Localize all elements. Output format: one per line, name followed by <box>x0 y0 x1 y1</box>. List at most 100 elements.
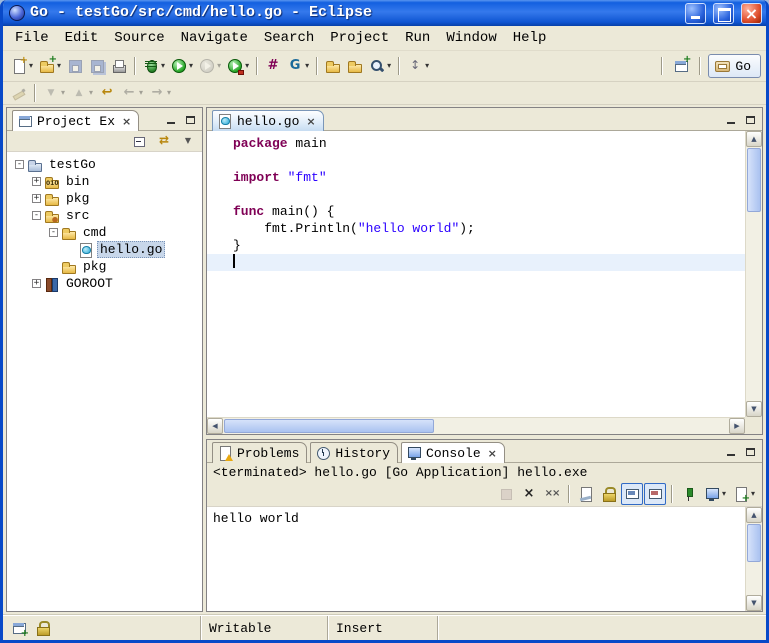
minimize-view-button[interactable] <box>721 111 740 128</box>
console-output-text[interactable]: hello world <box>207 507 745 611</box>
src-folder-icon <box>44 208 60 224</box>
minimize-view-button[interactable] <box>161 111 180 128</box>
scroll-lock-button[interactable] <box>598 483 620 505</box>
tree-item-src[interactable]: -src <box>7 207 202 224</box>
new-go-program-button[interactable]: # <box>262 55 284 77</box>
close-tab-icon[interactable]: × <box>122 116 131 127</box>
menu-item-navigate[interactable]: Navigate <box>173 28 256 48</box>
new-wizard-button[interactable]: ▾ <box>8 55 36 77</box>
menu-item-file[interactable]: File <box>7 28 57 48</box>
annotations-button[interactable]: ↕▾ <box>404 55 432 77</box>
tree-item-bin[interactable]: +010bin <box>7 173 202 190</box>
collapse-toggle-icon[interactable]: - <box>15 160 24 169</box>
editor-horizontal-scrollbar[interactable]: ◀ ▶ <box>207 417 745 434</box>
scroll-up-button[interactable]: ▲ <box>746 131 762 147</box>
link-with-editor-button[interactable]: ⇄ <box>153 132 175 150</box>
maximize-view-button[interactable] <box>741 443 760 460</box>
vertical-scroll-thumb[interactable] <box>747 148 761 212</box>
horizontal-scroll-thumb[interactable] <box>224 419 434 433</box>
open-console-button[interactable]: ▾ <box>730 483 758 505</box>
code-line[interactable]: } <box>207 237 745 254</box>
run-button[interactable]: ▾ <box>168 55 196 77</box>
last-edit-location-button[interactable]: ↩ <box>96 82 118 104</box>
search-button[interactable]: ▾ <box>366 55 394 77</box>
editor-vertical-scrollbar[interactable]: ▲ ▼ <box>745 131 762 417</box>
code-area[interactable]: package main import "fmt" func main() { fm… <box>207 131 745 417</box>
menu-item-window[interactable]: Window <box>438 28 504 48</box>
code-line[interactable]: fmt.Println("hello world"); <box>207 220 745 237</box>
menu-item-source[interactable]: Source <box>106 28 172 48</box>
lock-icon[interactable] <box>35 620 51 636</box>
clear-console-button[interactable] <box>575 483 597 505</box>
code-line[interactable]: func main() { <box>207 203 745 220</box>
title-bar[interactable]: Go - testGo/src/cmd/hello.go - Eclipse <box>3 0 766 26</box>
menu-item-help[interactable]: Help <box>505 28 555 48</box>
view-menu-button[interactable]: ▼ <box>177 132 199 150</box>
menu-item-run[interactable]: Run <box>397 28 438 48</box>
expand-toggle-icon[interactable]: + <box>32 177 41 186</box>
code-editor[interactable]: package main import "fmt" func main() { fm… <box>207 131 762 434</box>
scroll-down-button[interactable]: ▼ <box>746 401 762 417</box>
debug-button[interactable]: ▾ <box>140 55 168 77</box>
close-tab-icon[interactable]: × <box>306 116 315 127</box>
code-line[interactable] <box>207 152 745 169</box>
go-menu-button[interactable]: G▾ <box>284 55 312 77</box>
display-selected-console-button[interactable]: ▾ <box>701 483 729 505</box>
expand-toggle-icon[interactable]: + <box>32 279 41 288</box>
tree-item-pkg[interactable]: pkg <box>7 258 202 275</box>
new-go-element-button[interactable]: +▾ <box>36 55 64 77</box>
pin-console-button[interactable] <box>678 483 700 505</box>
minimize-view-button[interactable] <box>721 443 740 460</box>
minimize-button[interactable] <box>685 3 706 24</box>
collapse-all-button[interactable] <box>129 132 151 150</box>
console-vertical-scrollbar[interactable]: ▲ ▼ <box>745 507 762 611</box>
show-on-stderr-button[interactable] <box>644 483 666 505</box>
project-tree[interactable]: -testGo+010bin+pkg-src-cmdhello.gopkg+GO… <box>7 152 202 611</box>
scroll-down-button[interactable]: ▼ <box>746 595 762 611</box>
tree-item-testgo[interactable]: -testGo <box>7 156 202 173</box>
remove-launch-button[interactable]: × <box>518 483 540 505</box>
tree-item-cmd[interactable]: -cmd <box>7 224 202 241</box>
scroll-left-button[interactable]: ◀ <box>207 418 223 434</box>
collapse-toggle-icon[interactable]: - <box>49 228 58 237</box>
tab-hello-go[interactable]: hello.go× <box>212 110 324 131</box>
goroot-icon <box>44 276 60 292</box>
code-line[interactable]: import "fmt" <box>207 169 745 186</box>
go-perspective-button[interactable]: Go <box>708 54 761 78</box>
close-tab-icon[interactable]: × <box>488 448 497 459</box>
expand-toggle-icon[interactable]: + <box>32 194 41 203</box>
code-token: func <box>233 204 264 219</box>
code-line[interactable]: package main <box>207 135 745 152</box>
tab-console[interactable]: Console× <box>401 442 505 463</box>
editor-area-panel: hello.go× package main import "fmt" func m… <box>206 107 763 435</box>
code-line[interactable] <box>207 254 745 271</box>
print-button[interactable] <box>108 55 130 77</box>
vertical-scroll-thumb[interactable] <box>747 524 761 562</box>
external-tools-button[interactable]: ▾ <box>224 55 252 77</box>
dropdown-arrow-icon: ▾ <box>425 62 429 70</box>
open-perspective-button[interactable]: + <box>670 55 692 77</box>
maximize-view-button[interactable] <box>181 111 200 128</box>
tab-history[interactable]: History <box>310 442 398 463</box>
tree-item-hello-go[interactable]: hello.go <box>7 241 202 258</box>
show-on-stdout-button[interactable] <box>621 483 643 505</box>
scroll-right-button[interactable]: ▶ <box>729 418 745 434</box>
close-button[interactable] <box>741 3 762 24</box>
tab-problems[interactable]: Problems <box>212 442 307 463</box>
code-line[interactable] <box>207 186 745 203</box>
console-output-area[interactable]: hello world ▲ ▼ <box>207 507 762 611</box>
menu-item-project[interactable]: Project <box>322 28 397 48</box>
tab-project-ex[interactable]: Project Ex× <box>12 110 139 131</box>
remove-all-terminated-button[interactable]: ×× <box>541 483 563 505</box>
open-package-button[interactable] <box>344 55 366 77</box>
menu-item-search[interactable]: Search <box>256 28 322 48</box>
scroll-up-button[interactable]: ▲ <box>746 507 762 523</box>
fast-view-icon[interactable]: + <box>11 620 27 636</box>
tree-item-goroot[interactable]: +GOROOT <box>7 275 202 292</box>
tree-item-pkg[interactable]: +pkg <box>7 190 202 207</box>
collapse-toggle-icon[interactable]: - <box>32 211 41 220</box>
maximize-view-button[interactable] <box>741 111 760 128</box>
menu-item-edit[interactable]: Edit <box>57 28 107 48</box>
maximize-button[interactable] <box>713 3 734 24</box>
open-go-resource-button[interactable] <box>322 55 344 77</box>
